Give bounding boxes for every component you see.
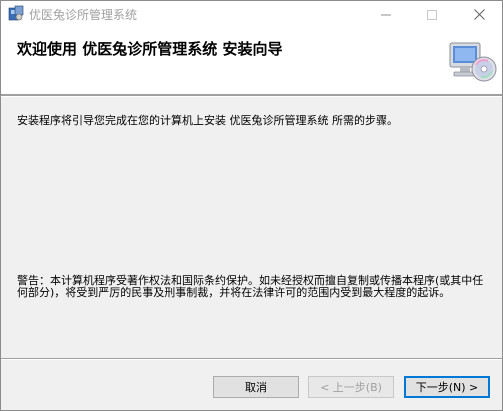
maximize-icon <box>427 5 437 24</box>
next-button[interactable]: 下一步(N) > <box>404 376 490 398</box>
cancel-button[interactable]: 取消 <box>213 376 299 398</box>
page-title: 欢迎使用 优医兔诊所管理系统 安装向导 <box>17 40 283 58</box>
header-divider <box>1 94 502 97</box>
close-button[interactable] <box>456 1 502 27</box>
installer-window: 优医兔诊所管理系统 欢迎使用 优医兔诊所管理系统 安装向导 安装程序将引导您完成… <box>0 0 503 411</box>
window-title: 优医兔诊所管理系统 <box>29 8 138 22</box>
installer-icon <box>8 5 24 21</box>
minimize-icon <box>381 5 391 24</box>
computer-cd-icon <box>448 39 498 85</box>
back-button[interactable]: < 上一步(B) <box>308 376 394 398</box>
wizard-header: 欢迎使用 优医兔诊所管理系统 安装向导 <box>1 27 502 94</box>
intro-text: 安装程序将引导您完成在您的计算机上安装 优医兔诊所管理系统 所需的步骤。 <box>17 114 398 127</box>
maximize-button[interactable] <box>409 1 455 27</box>
close-icon <box>473 5 485 24</box>
copyright-warning: 警告：本计算机程序受著作权法和国际条约保护。如未经授权而擅自复制或传播本程序(或… <box>17 274 484 299</box>
title-bar: 优医兔诊所管理系统 <box>1 1 502 27</box>
footer-divider <box>1 358 502 360</box>
minimize-button[interactable] <box>363 1 409 27</box>
